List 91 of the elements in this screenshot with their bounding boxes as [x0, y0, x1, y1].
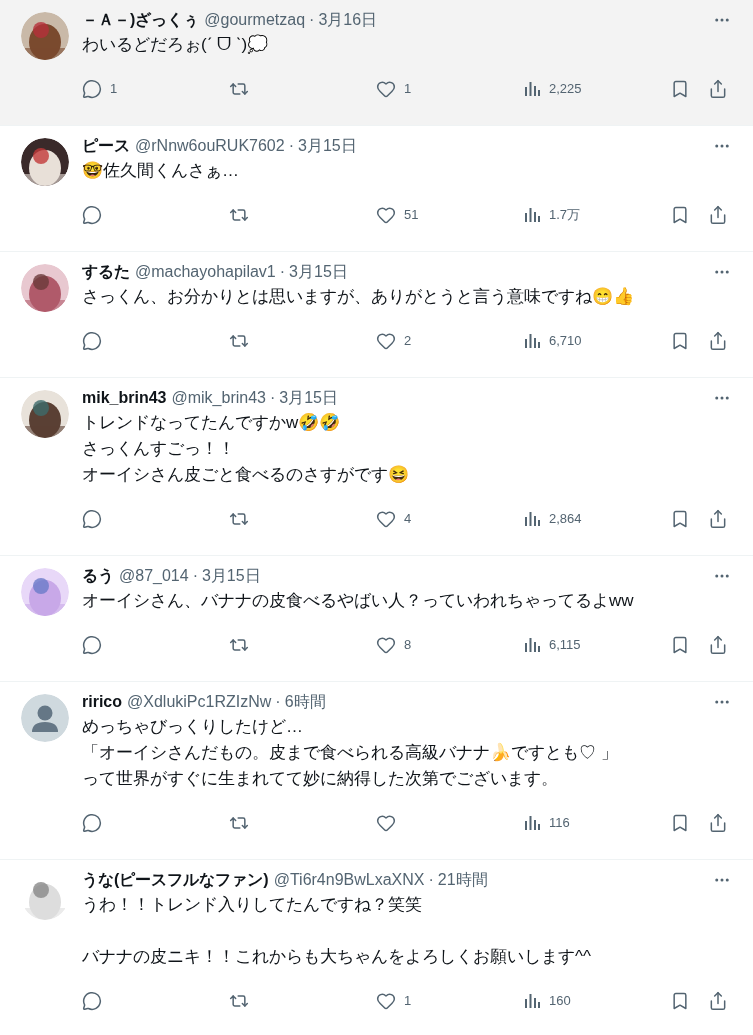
separator-dot: ·: [288, 136, 294, 156]
display-name[interactable]: ririco: [82, 690, 122, 714]
like-button[interactable]: 2: [376, 330, 523, 352]
post-time[interactable]: 3月16日: [318, 8, 378, 32]
reply-icon: [82, 331, 102, 351]
like-button[interactable]: 8: [376, 634, 523, 656]
heart-icon: [376, 331, 396, 351]
post-text: オーイシさん皮ごと食べるのさすがです😆: [82, 464, 410, 486]
post-text: わいるどだろぉ(ˊ ᗜ ˋ)💭: [82, 33, 270, 56]
reply-icon: [82, 991, 102, 1011]
bar-chart-icon: [523, 80, 541, 98]
post-text: 🤓佐久間くんさぁ…: [82, 160, 240, 182]
post-text: バナナの皮ニキ！！これからも大ちゃんをよろしくお願いします^^: [82, 946, 592, 968]
post-text: さっくんすごっ！！: [82, 438, 236, 460]
post-text: トレンドなってたんですかw🤣🤣: [82, 412, 342, 434]
bookmark-button[interactable]: [670, 509, 690, 529]
post-text: めっちゃびっくりしたけど…: [82, 716, 304, 738]
reply-button[interactable]: 1: [82, 78, 229, 100]
post-text: うわ！！トレンド入りしてたんですね？笑笑: [82, 894, 423, 916]
bar-chart-icon: [523, 814, 541, 832]
display-name[interactable]: るう: [82, 564, 114, 588]
bar-chart-icon: [523, 206, 541, 224]
views-button[interactable]: 6,710: [523, 330, 670, 352]
separator-dot: ·: [192, 566, 198, 586]
separator-dot: ·: [270, 388, 276, 408]
bar-chart-icon: [523, 510, 541, 528]
bar-chart-icon: [523, 332, 541, 350]
separator-dot: ·: [309, 10, 315, 30]
like-button[interactable]: 1: [376, 990, 523, 1012]
views-button[interactable]: 2,864: [523, 508, 670, 530]
separator-dot: ·: [279, 262, 286, 282]
user-handle[interactable]: @XdlukiPc1RZIzNw: [127, 690, 272, 714]
display-name[interactable]: －Ａ－)ざっくぅ: [82, 8, 200, 32]
user-handle[interactable]: @Ti6r4n9BwLxaXNX: [273, 868, 425, 892]
share-button[interactable]: [708, 79, 728, 99]
views-button[interactable]: 116: [523, 812, 670, 834]
default-avatar-icon[interactable]: [21, 694, 69, 742]
post-time[interactable]: 3月15日: [279, 386, 338, 410]
post-text: さっくん、お分かりとは思いますが、ありがとうと言う意味ですね😁👍: [82, 286, 635, 308]
user-handle[interactable]: @gourmetzaq: [204, 8, 306, 32]
share-button[interactable]: [708, 635, 728, 655]
heart-icon: [376, 813, 396, 833]
post-text: 「オーイシさんだもの。皮まで食べられる高級バナナ🍌ですとも♡ 」: [82, 742, 619, 764]
user-handle[interactable]: @87_014: [119, 564, 189, 588]
bookmark-button[interactable]: [670, 991, 690, 1011]
post-text: オーイシさん、バナナの皮食べるやばい人？っていわれちゃってるよww: [82, 590, 635, 612]
post-time[interactable]: 3月15日: [298, 134, 357, 158]
heart-icon: [376, 509, 396, 529]
reply-icon: [82, 205, 102, 225]
post-text: って世界がすぐに生まれてて妙に納得した次第でございます。: [82, 768, 559, 790]
share-button[interactable]: [708, 205, 728, 225]
views-button[interactable]: 160: [523, 990, 670, 1012]
like-button[interactable]: 51: [376, 204, 523, 226]
post-time[interactable]: 3月15日: [201, 564, 261, 588]
bookmark-button[interactable]: [670, 79, 690, 99]
user-handle[interactable]: @mik_brin43: [171, 386, 266, 410]
heart-icon: [376, 991, 396, 1011]
share-button[interactable]: [708, 813, 728, 833]
post-time[interactable]: 6時間: [284, 690, 326, 714]
reply-icon: [82, 813, 102, 833]
display-name[interactable]: ピース: [82, 134, 130, 158]
separator-dot: ·: [275, 692, 281, 712]
share-button[interactable]: [708, 509, 728, 529]
reply-icon: [82, 79, 102, 99]
reply-icon: [82, 509, 102, 529]
user-handle[interactable]: @machayohapilav1: [135, 260, 276, 284]
bar-chart-icon: [523, 636, 541, 654]
heart-icon: [376, 79, 396, 99]
heart-icon: [376, 205, 396, 225]
share-button[interactable]: [708, 331, 728, 351]
display-name[interactable]: うな(ピースフルなファン): [82, 868, 269, 892]
views-button[interactable]: 2,225: [523, 78, 670, 100]
bookmark-button[interactable]: [670, 205, 690, 225]
views-button[interactable]: 1.7万: [523, 204, 670, 226]
like-button[interactable]: 4: [376, 508, 523, 530]
reply-icon: [82, 635, 102, 655]
display-name[interactable]: するた: [82, 260, 130, 284]
bookmark-button[interactable]: [670, 813, 690, 833]
like-button[interactable]: 1: [376, 78, 523, 100]
views-button[interactable]: 6,115: [523, 634, 670, 656]
bookmark-button[interactable]: [670, 635, 690, 655]
separator-dot: ·: [428, 870, 434, 890]
bar-chart-icon: [523, 992, 541, 1010]
display-name[interactable]: mik_brin43: [82, 386, 167, 410]
post-time[interactable]: 3月15日: [289, 260, 348, 284]
share-button[interactable]: [708, 991, 728, 1011]
post-time[interactable]: 21時間: [437, 868, 488, 892]
post-card[interactable]: －Ａ－)ざっくぅ @gourmetzaq · 3月16日 わいるどだろぉ(ˊ ᗜ ˋ)💭 1 1 2,225: [0, 0, 753, 126]
heart-icon: [376, 635, 396, 655]
user-handle[interactable]: @rNnw6ouRUK7602: [135, 134, 285, 158]
bookmark-button[interactable]: [670, 331, 690, 351]
